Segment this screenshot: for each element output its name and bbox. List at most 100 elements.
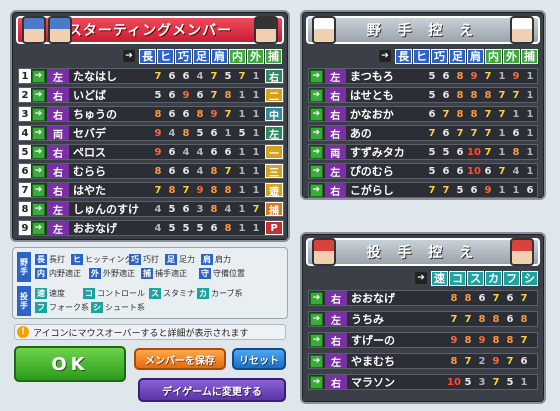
field-position[interactable]: 遊 [265, 183, 283, 198]
lineup-row[interactable]: 5 ➔ 右ペロス 9 6 4 4 6 6 1 1 一 [18, 144, 284, 160]
field-position[interactable]: 右 [265, 69, 283, 84]
pitcher-row[interactable]: ➔ 右マラソン 10 5 3 7 5 1 [308, 374, 538, 390]
throwing-hand: 左 [325, 354, 347, 369]
move-arrow-icon[interactable]: ➔ [310, 126, 323, 140]
sort-tag[interactable]: 内 [485, 48, 502, 64]
stat-value: 7 [210, 70, 218, 82]
sort-tag[interactable]: コ [449, 270, 466, 286]
field-position[interactable]: 中 [265, 107, 283, 122]
sort-tag[interactable]: 捕 [521, 48, 538, 64]
move-arrow-icon[interactable]: ➔ [310, 291, 323, 305]
stat-value: 5 [428, 89, 436, 101]
info-icon: ! [17, 326, 29, 338]
sort-tag[interactable]: 足 [449, 48, 466, 64]
player-avatar-icon [48, 16, 72, 44]
bench-row[interactable]: ➔ 右あの 7 6 7 7 7 1 6 1 [308, 125, 538, 141]
ok-button[interactable]: OK [14, 346, 126, 382]
field-position[interactable]: 三 [265, 164, 283, 179]
day-game-button[interactable]: デイゲームに変更する [138, 378, 286, 402]
bench-sort-bar: ➔ 長 ヒ 巧 足 肩 内 外 捕 [379, 48, 538, 64]
move-arrow-icon[interactable]: ➔ [32, 88, 45, 102]
stat-value: 7 [182, 184, 190, 196]
bench-row[interactable]: ➔ 左ぴのむら 5 6 6 10 6 7 4 1 [308, 163, 538, 179]
stat-value: 8 [470, 89, 478, 101]
stat-list: 10 5 3 7 5 1 [447, 377, 531, 388]
pitcher-row[interactable]: ➔ 右すげーの 9 8 9 8 8 7 [308, 332, 538, 348]
sort-tag[interactable]: シ [521, 270, 538, 286]
stat-value: 6 [168, 108, 176, 120]
move-arrow-icon[interactable]: ➔ [32, 126, 45, 140]
field-position[interactable]: 二 [265, 88, 283, 103]
stat-value: 9 [484, 184, 492, 196]
pitcher-row[interactable]: ➔ 右おおなげ 8 8 6 7 6 7 [308, 290, 538, 306]
bench-row[interactable]: ➔ 右かなおか 6 7 8 8 7 7 1 1 [308, 106, 538, 122]
sort-tag[interactable]: ヒ [413, 48, 430, 64]
lineup-row[interactable]: 1 ➔ 左たなはし 7 6 6 4 7 5 7 1 右 [18, 68, 284, 84]
move-arrow-icon[interactable]: ➔ [32, 145, 45, 159]
move-arrow-icon[interactable]: ➔ [310, 164, 323, 178]
sort-tag[interactable]: 巧 [175, 48, 192, 64]
sort-tag[interactable]: ス [467, 270, 484, 286]
lineup-row[interactable]: 3 ➔ 右ちゅうの 8 6 6 8 9 7 1 1 中 [18, 106, 284, 122]
sort-tag[interactable]: 肩 [211, 48, 228, 64]
sort-tag[interactable]: 足 [193, 48, 210, 64]
field-position[interactable]: P [265, 221, 283, 235]
bench-row[interactable]: ➔ 右はせとも 5 6 8 8 8 7 7 1 [308, 87, 538, 103]
move-arrow-icon[interactable]: ➔ [310, 375, 323, 389]
sort-tag[interactable]: 速 [431, 270, 448, 286]
move-arrow-icon[interactable]: ➔ [32, 183, 45, 197]
sort-tag[interactable]: 巧 [431, 48, 448, 64]
legend-entry: ココントロール [83, 288, 145, 299]
bench-row[interactable]: ➔ 左まつもろ 5 6 8 9 7 1 9 1 [308, 68, 538, 84]
batting-hand: 右 [324, 126, 346, 141]
move-arrow-icon[interactable]: ➔ [32, 164, 45, 178]
move-arrow-icon[interactable]: ➔ [310, 354, 323, 368]
sort-tag[interactable]: 外 [503, 48, 520, 64]
starting-members-panel: スターティングメンバー ➔ 長 ヒ 巧 足 肩 内 外 捕 1 ➔ 左たなはし 7 6 6… [10, 10, 290, 242]
bench-row[interactable]: ➔ 両すずみタカ 5 5 6 10 7 1 8 1 [308, 144, 538, 160]
lineup-row[interactable]: 4 ➔ 両セバデ 9 4 8 5 6 1 5 1 左 [18, 125, 284, 141]
move-arrow-icon[interactable]: ➔ [310, 312, 323, 326]
move-arrow-icon[interactable]: ➔ [32, 69, 45, 83]
stat-value: 9 [478, 334, 486, 346]
field-position[interactable]: 一 [265, 145, 283, 160]
sort-tag[interactable]: 肩 [467, 48, 484, 64]
player-name: むらら [73, 165, 106, 178]
lineup-row[interactable]: 7 ➔ 右はやた 7 8 7 9 8 8 1 1 遊 [18, 182, 284, 198]
lineup-row[interactable]: 8 ➔ 左しゅんのすけ 4 5 6 3 8 4 1 7 捕 [18, 201, 284, 217]
stat-value: 1 [252, 146, 260, 158]
sort-tag[interactable]: ヒ [157, 48, 174, 64]
lineup-row[interactable]: 2 ➔ 右いどば 5 6 9 6 7 8 1 1 二 [18, 87, 284, 103]
stat-value: 7 [506, 355, 514, 367]
sort-tag[interactable]: 長 [395, 48, 412, 64]
sort-tag[interactable]: 内 [229, 48, 246, 64]
reset-button[interactable]: リセット [232, 348, 286, 370]
sort-tag[interactable]: 外 [247, 48, 264, 64]
field-position[interactable]: 捕 [265, 202, 283, 217]
sort-tag[interactable]: フ [503, 270, 520, 286]
pitcher-row[interactable]: ➔ 左やまむち 8 7 2 9 7 6 [308, 353, 538, 369]
stat-list: 886767 [447, 293, 531, 304]
stat-value: 6 [512, 127, 520, 139]
move-arrow-icon[interactable]: ➔ [310, 145, 323, 159]
field-position[interactable]: 左 [265, 126, 283, 141]
bench-row[interactable]: ➔ 右こがらし 7 7 5 6 9 1 1 6 [308, 182, 538, 198]
move-arrow-icon[interactable]: ➔ [32, 107, 45, 121]
lineup-row[interactable]: 6 ➔ 右むらら 8 6 6 4 8 7 1 1 三 [18, 163, 284, 179]
move-arrow-icon[interactable]: ➔ [310, 333, 323, 347]
move-arrow-icon[interactable]: ➔ [32, 221, 45, 235]
sort-tag[interactable]: カ [485, 270, 502, 286]
move-arrow-icon[interactable]: ➔ [310, 183, 323, 197]
sort-tag[interactable]: 長 [139, 48, 156, 64]
pitcher-row[interactable]: ➔ 左うちみ 7 7 8 8 6 8 [308, 311, 538, 327]
stat-list: 67887711 [425, 109, 537, 120]
move-arrow-icon[interactable]: ➔ [310, 69, 323, 83]
pitcher-panel: 投 手 控 え ➔ 速 コ ス カ フ シ ➔ 右おおなげ 8 8 6 7 6 7 ➔ 左うちみ 7… [300, 232, 546, 404]
sort-tag[interactable]: 捕 [265, 48, 282, 64]
legend-key: 外 [89, 268, 101, 279]
lineup-row[interactable]: 9 ➔ 左おおなげ 4 5 5 5 6 8 1 1 P [18, 220, 284, 236]
move-arrow-icon[interactable]: ➔ [310, 107, 323, 121]
save-members-button[interactable]: メンバーを保存 [134, 348, 226, 370]
move-arrow-icon[interactable]: ➔ [310, 88, 323, 102]
move-arrow-icon[interactable]: ➔ [32, 202, 45, 216]
